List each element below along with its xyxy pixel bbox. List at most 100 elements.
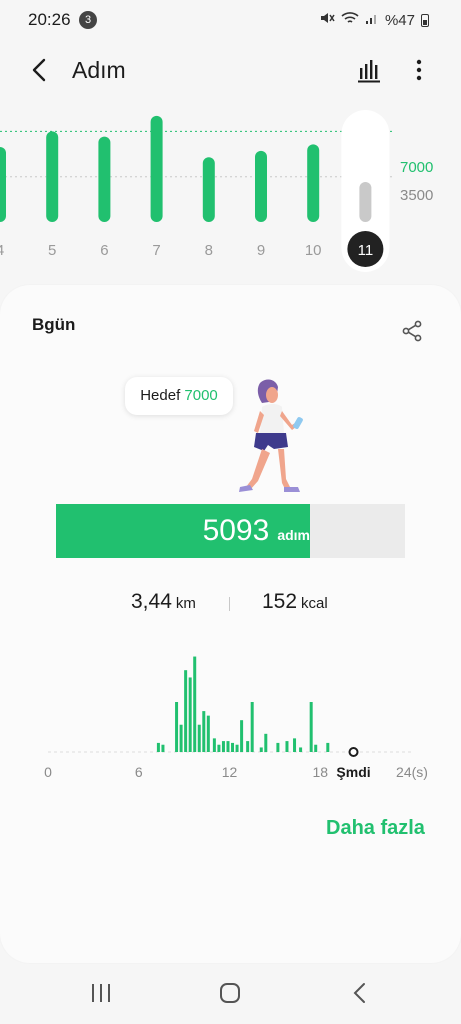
- hour-bar: [285, 741, 289, 752]
- status-bar: 20:26 3 %47: [0, 0, 461, 40]
- stats-divider: [229, 597, 230, 611]
- page-title: Adım: [72, 57, 126, 83]
- hour-bar: [309, 702, 313, 752]
- hour-bar: [184, 670, 188, 752]
- status-icons: %47: [319, 10, 429, 30]
- distance-stat: 3,44 km: [131, 590, 196, 614]
- chevron-left-icon: [32, 58, 46, 82]
- hour-bar: [212, 738, 216, 752]
- walking-person-illustration: [239, 379, 303, 492]
- notification-count-badge: 3: [79, 11, 97, 29]
- hour-bar: [250, 702, 254, 752]
- mute-icon: [319, 10, 335, 30]
- hour-bar: [221, 741, 225, 752]
- hour-bar: [259, 747, 263, 752]
- hour-bar: [231, 742, 235, 752]
- day-bar[interactable]: [202, 157, 215, 222]
- share-icon: [402, 320, 422, 342]
- goal-value: 7000: [184, 387, 218, 404]
- calories-value: 152: [262, 590, 298, 613]
- trends-button[interactable]: [356, 56, 384, 84]
- hour-bar: [202, 711, 206, 752]
- hour-bar: [299, 747, 303, 752]
- day-bar[interactable]: [255, 150, 267, 222]
- system-navigation-bar: [0, 963, 461, 1024]
- hour-tick-label: 6: [135, 764, 143, 780]
- hour-bar: [179, 724, 183, 752]
- hour-bar: [206, 715, 210, 752]
- today-stats: 3,44 km 152 kcal: [0, 590, 461, 624]
- hour-bar: [235, 744, 239, 752]
- recent-apps-button[interactable]: [90, 983, 112, 1003]
- hour-tick-label: 12: [222, 764, 238, 780]
- hour-bar: [314, 744, 318, 752]
- hour-tick-label: 24(s): [396, 764, 428, 780]
- steps-progress-bar: 5093 adım: [56, 504, 405, 558]
- now-marker: [348, 747, 359, 757]
- day-label[interactable]: 8: [205, 242, 213, 259]
- calories-unit: kcal: [301, 595, 328, 612]
- share-button[interactable]: [400, 319, 424, 343]
- hour-bar: [217, 744, 221, 752]
- hour-tick-label: 0: [44, 764, 52, 780]
- battery-percent: %47: [384, 11, 415, 29]
- bar-chart-icon: [358, 60, 380, 83]
- day-label[interactable]: 7: [152, 242, 160, 259]
- hour-bar: [197, 724, 201, 752]
- hour-bar: [156, 742, 160, 752]
- weekly-steps-chart[interactable]: 4 5 6 7 8 9 10 11 7000 3500: [0, 100, 461, 280]
- home-button[interactable]: [219, 982, 241, 1004]
- hour-bar: [246, 741, 250, 752]
- goal-bubble: Hedef 7000: [125, 377, 233, 415]
- day-bar[interactable]: [359, 182, 372, 222]
- hour-bar: [175, 702, 179, 752]
- day-bar[interactable]: [0, 146, 6, 222]
- home-icon: [220, 983, 240, 1003]
- day-bar[interactable]: [307, 144, 320, 222]
- battery-icon: [421, 13, 429, 27]
- hour-tick-label: 18: [312, 764, 328, 780]
- hour-bar: [276, 742, 280, 752]
- distance-value: 3,44: [131, 590, 172, 613]
- more-options-button[interactable]: [409, 56, 429, 84]
- steps-value: 5093: [202, 514, 270, 547]
- system-back-button[interactable]: [352, 982, 368, 1004]
- hour-bar: [240, 720, 244, 752]
- steps-count: 5093 adım: [203, 514, 310, 548]
- day-bar[interactable]: [46, 131, 59, 222]
- hour-bar: [293, 738, 297, 752]
- more-vertical-icon: [416, 59, 422, 81]
- hourly-steps-chart: 0 6 12 18 Şmdi 24(s): [44, 656, 428, 780]
- day-bar[interactable]: [98, 136, 111, 222]
- wifi-icon: [341, 11, 359, 29]
- status-time: 20:26: [28, 10, 71, 29]
- goal-text: Hedef: [140, 387, 181, 404]
- weekly-chart-canvas[interactable]: 4 5 6 7 8 9 10 11: [0, 100, 461, 280]
- goal-line-label: 7000: [400, 159, 434, 176]
- hour-bar: [264, 733, 268, 752]
- day-label[interactable]: 4: [0, 242, 4, 259]
- hour-bar: [188, 677, 192, 752]
- today-card: Bgün Hedef 7000 5093 adım 3,44 km 152 kc…: [0, 285, 461, 963]
- hour-bar: [226, 741, 230, 752]
- day-label[interactable]: 6: [100, 242, 108, 259]
- day-label[interactable]: 5: [48, 242, 56, 259]
- recent-apps-icon: [92, 984, 110, 1002]
- day-label[interactable]: 9: [257, 242, 265, 259]
- day-label[interactable]: 10: [305, 242, 322, 259]
- steps-unit: adım: [277, 527, 310, 543]
- signal-icon: [365, 11, 379, 29]
- now-tick-label: Şmdi: [336, 764, 370, 780]
- half-goal-line-label: 3500: [400, 187, 434, 204]
- back-button[interactable]: [28, 56, 52, 84]
- calories-stat: 152 kcal: [262, 590, 328, 614]
- more-button[interactable]: Daha fazla: [326, 817, 425, 840]
- card-title: Bgün: [32, 315, 76, 334]
- distance-unit: km: [175, 595, 196, 612]
- app-header: Adım: [0, 46, 461, 96]
- hour-bar: [161, 744, 165, 752]
- back-icon: [353, 983, 365, 1003]
- day-bar[interactable]: [150, 115, 163, 222]
- hour-bar: [193, 656, 197, 752]
- day-label[interactable]: 11: [358, 242, 374, 259]
